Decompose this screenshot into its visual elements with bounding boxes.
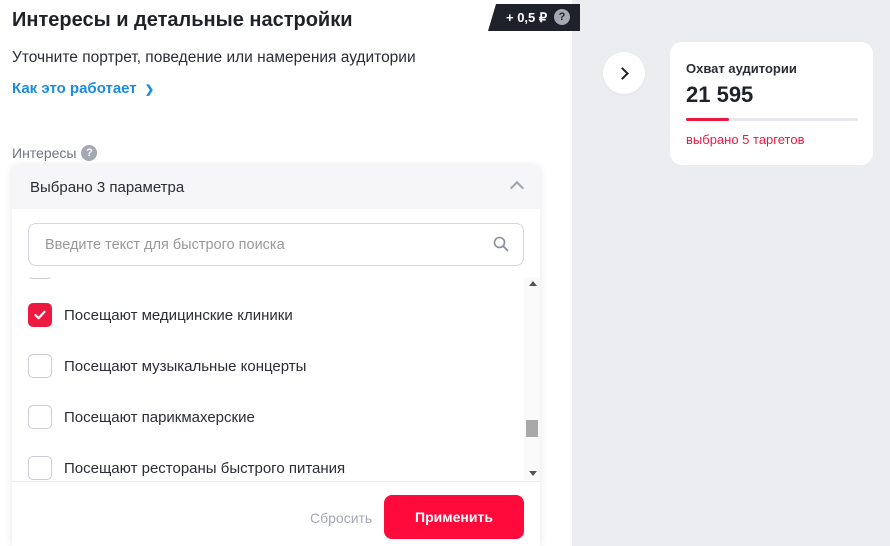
reach-value: 21 595 (686, 82, 754, 107)
audience-reach-card: Охват аудитории 21 595 выбрано 5 таргето… (670, 42, 873, 165)
interests-label: Интересы ? (12, 145, 98, 161)
scroll-up-arrow-icon[interactable] (529, 281, 537, 286)
scrollbar-thumb[interactable] (526, 420, 538, 437)
section-subtitle: Уточните портрет, поведение или намерени… (12, 49, 416, 66)
interests-help-icon[interactable]: ? (81, 145, 98, 161)
price-badge: + 0,5 ₽ ? (488, 4, 580, 31)
dropdown-footer: Сбросить Применить (12, 481, 540, 546)
search-input[interactable]: Введите текст для быстрого поиска (28, 223, 524, 266)
how-it-works-label: Как это работает (12, 80, 137, 97)
list-item[interactable]: Посещают парикмахерские (28, 405, 255, 429)
list-item[interactable]: Посещают медицинские клиники (28, 303, 293, 327)
interests-selected-text: Выбрано 3 параметра (30, 178, 185, 196)
reach-progress-bar (686, 118, 858, 121)
list-item[interactable]: Посещают рестораны быстрого питания (28, 456, 345, 480)
list-item-label: Посещают медицинские клиники (64, 306, 293, 324)
price-help-icon[interactable]: ? (554, 9, 570, 25)
how-it-works-link[interactable]: Как это работает ❯ (12, 80, 154, 97)
list-item[interactable]: Посещают музыкальные концерты (28, 354, 306, 378)
partial-checkbox (28, 277, 52, 279)
checkbox[interactable] (28, 354, 52, 378)
scrollbar[interactable] (524, 277, 540, 480)
checkbox[interactable] (28, 456, 52, 480)
interests-dropdown: Выбрано 3 параметра Введите текст для бы… (12, 165, 540, 546)
check-icon (34, 310, 46, 320)
reach-selected-targets: выбрано 5 таргетов (686, 132, 805, 147)
interests-dropdown-header[interactable]: Выбрано 3 параметра (12, 165, 540, 209)
next-button[interactable] (603, 52, 645, 94)
chevron-up-icon[interactable] (509, 180, 525, 196)
list-item-label: Посещают музыкальные концерты (64, 357, 307, 375)
reset-button[interactable]: Сбросить (310, 510, 372, 526)
chevron-right-icon (616, 66, 629, 80)
list-item-label: Посещают парикмахерские (64, 408, 255, 426)
search-placeholder: Введите текст для быстрого поиска (45, 236, 285, 253)
section-title: Интересы и детальные настройки (12, 9, 353, 31)
apply-button[interactable]: Применить (384, 495, 524, 539)
reach-progress-fill (686, 118, 729, 121)
chevron-right-small-icon: ❯ (144, 84, 155, 96)
interests-list: Посещают медицинские клиники Посещают му… (12, 277, 540, 480)
left-panel: Интересы и детальные настройки + 0,5 ₽ ?… (0, 0, 580, 546)
price-badge-text: + 0,5 ₽ (506, 9, 548, 25)
reach-title: Охват аудитории (686, 61, 797, 76)
checkbox-checked[interactable] (28, 303, 52, 327)
interests-label-text: Интересы (12, 145, 77, 161)
scroll-down-arrow-icon[interactable] (529, 471, 537, 476)
search-icon (493, 236, 509, 252)
list-item-label: Посещают рестораны быстрого питания (64, 459, 346, 477)
checkbox[interactable] (28, 405, 52, 429)
